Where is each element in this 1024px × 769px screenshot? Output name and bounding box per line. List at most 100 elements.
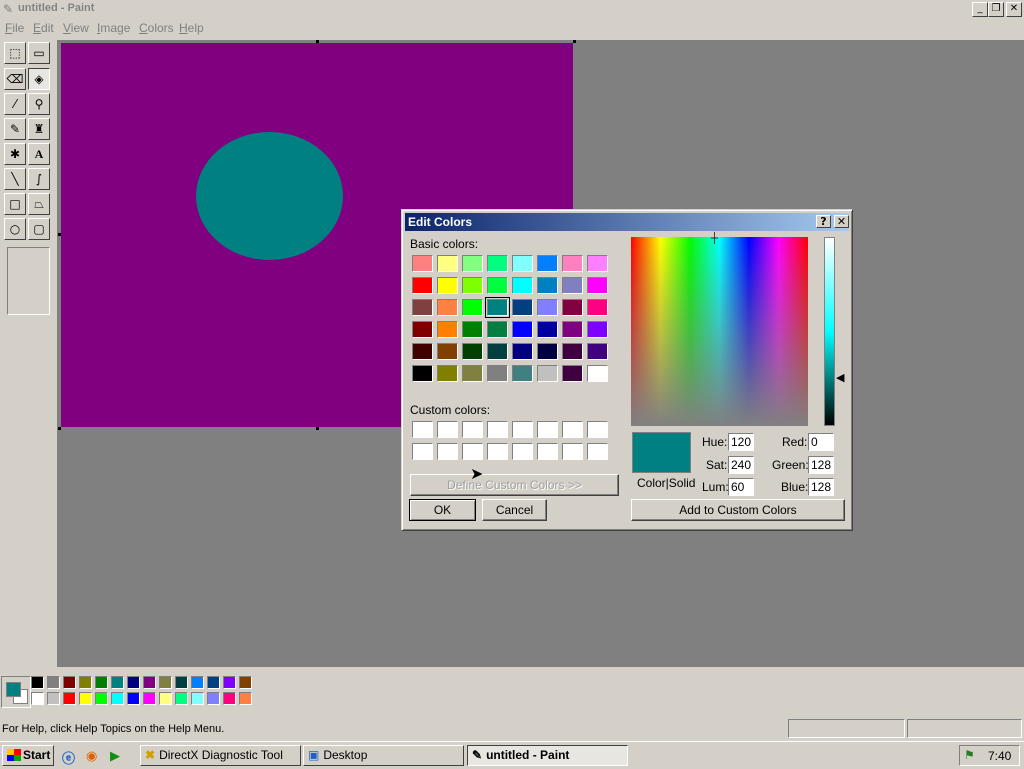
palette-swatch[interactable] bbox=[79, 692, 92, 705]
resize-handle-left[interactable] bbox=[58, 233, 61, 236]
red-field[interactable]: 0 bbox=[808, 433, 834, 451]
resize-handle-top-right[interactable] bbox=[573, 40, 576, 43]
free-select-icon[interactable]: ⬚ bbox=[4, 42, 26, 64]
ellipse-icon[interactable]: ○ bbox=[4, 218, 26, 240]
basic-color-swatch[interactable] bbox=[537, 255, 558, 272]
taskbar-button-directx[interactable]: ✖ DirectX Diagnostic Tool bbox=[140, 745, 301, 766]
basic-color-swatch[interactable] bbox=[485, 297, 510, 318]
cancel-button[interactable]: Cancel bbox=[482, 499, 547, 521]
basic-color-swatch[interactable] bbox=[562, 321, 583, 338]
network-tray-icon[interactable]: ⚑ bbox=[964, 748, 975, 762]
basic-color-swatch[interactable] bbox=[412, 299, 433, 316]
custom-color-swatch[interactable] bbox=[412, 443, 433, 460]
polygon-icon[interactable]: ⏢ bbox=[28, 193, 50, 215]
palette-swatch[interactable] bbox=[95, 676, 108, 689]
basic-color-swatch[interactable] bbox=[412, 321, 433, 338]
custom-color-swatch[interactable] bbox=[412, 421, 433, 438]
custom-color-swatch[interactable] bbox=[537, 443, 558, 460]
basic-color-swatch[interactable] bbox=[512, 277, 533, 294]
green-field[interactable]: 128 bbox=[808, 456, 834, 474]
resize-handle-bottom[interactable] bbox=[316, 427, 319, 430]
palette-swatch[interactable] bbox=[47, 676, 60, 689]
palette-swatch[interactable] bbox=[143, 692, 156, 705]
basic-color-swatch[interactable] bbox=[537, 321, 558, 338]
basic-color-swatch[interactable] bbox=[437, 277, 458, 294]
basic-color-swatch[interactable] bbox=[562, 299, 583, 316]
palette-swatch[interactable] bbox=[143, 676, 156, 689]
basic-color-swatch[interactable] bbox=[462, 321, 483, 338]
basic-color-swatch[interactable] bbox=[512, 299, 533, 316]
brush-icon[interactable]: ♜ bbox=[28, 118, 50, 140]
basic-color-swatch[interactable] bbox=[587, 277, 608, 294]
palette-swatch[interactable] bbox=[127, 692, 140, 705]
palette-swatch[interactable] bbox=[63, 676, 76, 689]
palette-swatch[interactable] bbox=[159, 692, 172, 705]
fill-bucket-icon[interactable]: ◈ bbox=[28, 68, 50, 90]
custom-color-swatch[interactable] bbox=[512, 443, 533, 460]
custom-color-swatch[interactable] bbox=[587, 443, 608, 460]
luminance-arrow-icon[interactable]: ◀ bbox=[836, 371, 844, 384]
basic-color-swatch[interactable] bbox=[512, 343, 533, 360]
luminance-bar[interactable] bbox=[824, 237, 835, 426]
basic-color-swatch[interactable] bbox=[437, 299, 458, 316]
menu-image[interactable]: Image bbox=[97, 21, 130, 35]
rounded-rect-icon[interactable]: ▢ bbox=[28, 218, 50, 240]
basic-color-swatch[interactable] bbox=[437, 343, 458, 360]
line-icon[interactable]: ╲ bbox=[4, 168, 26, 190]
basic-color-swatch[interactable] bbox=[587, 255, 608, 272]
custom-color-swatch[interactable] bbox=[587, 421, 608, 438]
palette-swatch[interactable] bbox=[127, 676, 140, 689]
clock[interactable]: 7:40 bbox=[988, 749, 1011, 763]
palette-swatch[interactable] bbox=[191, 692, 204, 705]
basic-color-swatch[interactable] bbox=[412, 365, 433, 382]
menu-file[interactable]: File bbox=[5, 21, 24, 35]
curve-icon[interactable]: ∫ bbox=[28, 168, 50, 190]
palette-swatch[interactable] bbox=[31, 676, 44, 689]
basic-color-swatch[interactable] bbox=[437, 255, 458, 272]
menu-view[interactable]: View bbox=[63, 21, 89, 35]
palette-swatch[interactable] bbox=[223, 676, 236, 689]
basic-color-swatch[interactable] bbox=[412, 343, 433, 360]
custom-color-swatch[interactable] bbox=[487, 443, 508, 460]
minimize-button[interactable]: _ bbox=[972, 2, 988, 17]
basic-color-swatch[interactable] bbox=[487, 277, 508, 294]
custom-color-swatch[interactable] bbox=[437, 421, 458, 438]
ie-quicklaunch-icon[interactable]: ⓔ bbox=[62, 748, 75, 767]
color-picker-icon[interactable]: ⁄ bbox=[4, 93, 26, 115]
basic-color-swatch[interactable] bbox=[462, 255, 483, 272]
basic-color-swatch[interactable] bbox=[537, 343, 558, 360]
basic-color-swatch[interactable] bbox=[462, 299, 483, 316]
basic-color-swatch[interactable] bbox=[487, 255, 508, 272]
basic-color-swatch[interactable] bbox=[537, 299, 558, 316]
pencil-icon[interactable]: ✎ bbox=[4, 118, 26, 140]
basic-color-swatch[interactable] bbox=[562, 365, 583, 382]
basic-color-swatch[interactable] bbox=[537, 277, 558, 294]
airbrush-icon[interactable]: ✱ bbox=[4, 143, 26, 165]
palette-swatch[interactable] bbox=[207, 676, 220, 689]
basic-color-swatch[interactable] bbox=[512, 255, 533, 272]
color-spectrum[interactable] bbox=[631, 237, 808, 426]
palette-swatch[interactable] bbox=[175, 676, 188, 689]
custom-color-swatch[interactable] bbox=[562, 421, 583, 438]
taskbar-button-paint[interactable]: ✎ untitled - Paint bbox=[467, 745, 628, 766]
ok-button[interactable]: OK bbox=[409, 499, 476, 521]
basic-color-swatch[interactable] bbox=[437, 365, 458, 382]
basic-color-swatch[interactable] bbox=[562, 277, 583, 294]
basic-color-swatch[interactable] bbox=[537, 365, 558, 382]
close-button[interactable]: ✕ bbox=[1006, 2, 1022, 17]
magnifier-icon[interactable]: ⚲ bbox=[28, 93, 50, 115]
custom-color-swatch[interactable] bbox=[437, 443, 458, 460]
eraser-icon[interactable]: ⌫ bbox=[4, 68, 26, 90]
basic-color-swatch[interactable] bbox=[562, 343, 583, 360]
rect-select-icon[interactable]: ▭ bbox=[28, 42, 50, 64]
basic-color-swatch[interactable] bbox=[462, 343, 483, 360]
palette-swatch[interactable] bbox=[63, 692, 76, 705]
basic-color-swatch[interactable] bbox=[512, 321, 533, 338]
sat-field[interactable]: 240 bbox=[728, 456, 754, 474]
basic-color-swatch[interactable] bbox=[487, 343, 508, 360]
palette-swatch[interactable] bbox=[47, 692, 60, 705]
basic-color-swatch[interactable] bbox=[587, 299, 608, 316]
basic-color-swatch[interactable] bbox=[462, 365, 483, 382]
basic-color-swatch[interactable] bbox=[412, 277, 433, 294]
basic-color-swatch[interactable] bbox=[512, 365, 533, 382]
